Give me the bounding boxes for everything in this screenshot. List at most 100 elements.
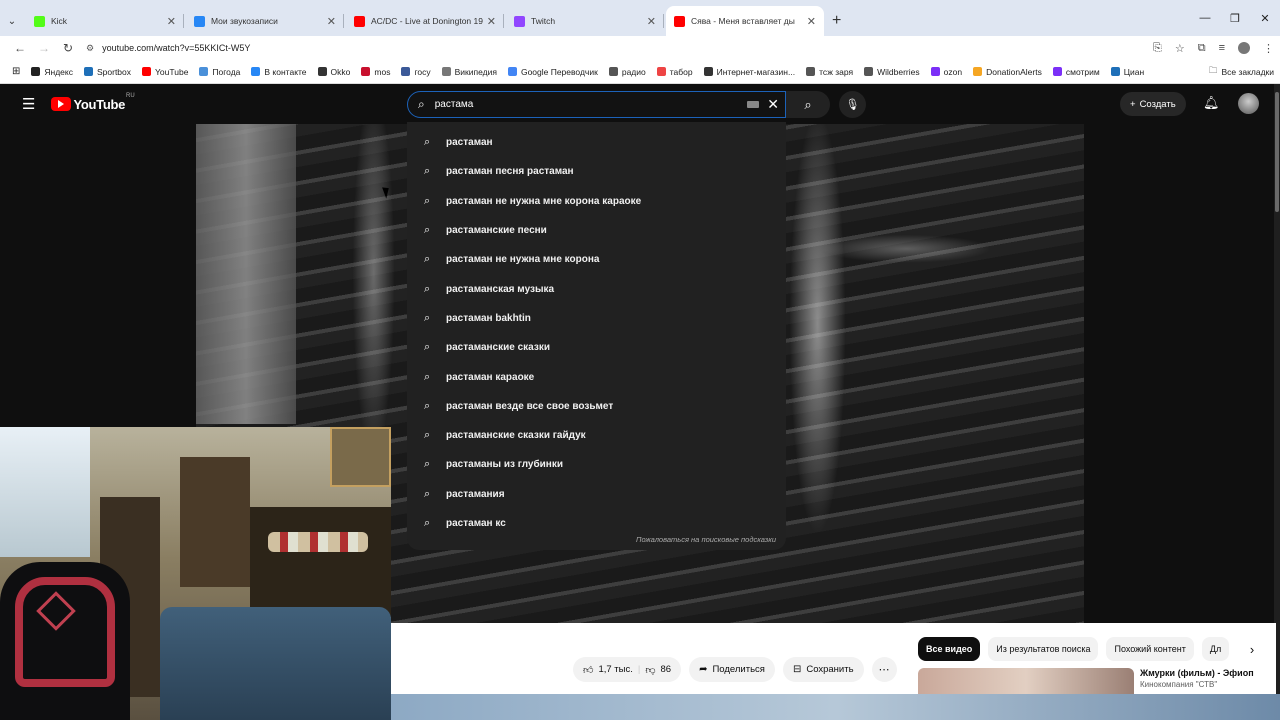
bookmark-item[interactable]: табор bbox=[656, 67, 693, 77]
folder-icon: 🗀 bbox=[1208, 64, 1218, 75]
browser-tab[interactable]: Сява - Меня вставляет ды ✕ bbox=[666, 6, 824, 36]
tab-separator bbox=[343, 14, 344, 28]
search-suggestion-item[interactable]: ⌕ растаманская музыка bbox=[407, 274, 786, 303]
recommended-video[interactable]: Жмурки (фильм) - Эфиоп Кинокомпания "СТВ… bbox=[918, 668, 1276, 694]
search-suggestion-item[interactable]: ⌕ растаманы из глубинки bbox=[407, 450, 786, 479]
bookmark-label: Google Переводчик bbox=[520, 66, 598, 77]
bookmark-item[interactable]: Okko bbox=[317, 67, 350, 77]
bookmark-item[interactable]: mos bbox=[361, 67, 390, 77]
close-tab-icon[interactable]: ✕ bbox=[167, 15, 176, 28]
close-tab-icon[interactable]: ✕ bbox=[807, 15, 816, 28]
voice-search-icon[interactable]: 🎙︎ bbox=[839, 91, 866, 118]
media-control-icon[interactable]: ≡ bbox=[1219, 42, 1225, 54]
bookmark-item[interactable]: Интернет-магазин... bbox=[703, 67, 795, 77]
browser-tab[interactable]: Twitch ✕ bbox=[506, 6, 664, 36]
filter-chip[interactable]: Все видео bbox=[918, 637, 981, 661]
bookmark-label: Wildberries bbox=[877, 66, 920, 77]
bookmark-item[interactable]: ozon bbox=[930, 67, 962, 77]
url-field[interactable]: ⚙ youtube.com/watch?v=55KKICt-W5Y bbox=[86, 43, 1153, 54]
bookmark-item[interactable]: тсж заря bbox=[806, 67, 853, 77]
new-tab-button[interactable]: + bbox=[832, 6, 841, 36]
search-icon: ⌕ bbox=[418, 97, 425, 111]
room-cabinet bbox=[250, 507, 391, 617]
browser-menu-icon[interactable]: ⋮ bbox=[1263, 42, 1274, 55]
guide-menu-icon[interactable]: ☰ bbox=[22, 95, 35, 113]
keyboard-icon[interactable] bbox=[747, 101, 760, 108]
notifications-bell-icon[interactable]: 🔔︎ bbox=[1203, 95, 1220, 111]
bookmark-item[interactable]: госу bbox=[401, 67, 431, 77]
search-suggestion-item[interactable]: ⌕ растаман везде все свое возьмет bbox=[407, 392, 786, 421]
recommended-channel[interactable]: Кинокомпания "СТВ" bbox=[1140, 680, 1254, 689]
filter-chip[interactable]: Дл bbox=[1201, 637, 1230, 661]
report-suggestions-link[interactable]: Пожаловаться на поисковые подсказки bbox=[636, 535, 776, 544]
page-scrollbar[interactable] bbox=[1274, 84, 1280, 694]
save-button[interactable]: ⊟ Сохранить bbox=[782, 657, 864, 682]
install-app-icon[interactable]: ⎘ bbox=[1153, 42, 1162, 55]
close-tab-icon[interactable]: ✕ bbox=[327, 15, 336, 28]
bookmark-item[interactable]: Google Переводчик bbox=[507, 66, 598, 77]
bookmark-item[interactable]: Погода bbox=[199, 67, 240, 77]
bookmark-item[interactable]: смотрим bbox=[1052, 67, 1100, 77]
close-window-button[interactable]: ✕ bbox=[1250, 0, 1280, 36]
bookmark-item[interactable]: YouTube bbox=[142, 67, 188, 77]
all-bookmarks-button[interactable]: 🗀 Все закладки bbox=[1209, 65, 1274, 79]
thumbs-down-icon[interactable]: 👎︎ bbox=[645, 664, 655, 676]
bookmark-star-icon[interactable]: ☆ bbox=[1175, 42, 1185, 55]
webcam-overlay bbox=[0, 427, 391, 720]
reload-button[interactable]: ↻ bbox=[56, 41, 80, 55]
restore-button[interactable]: ❐ bbox=[1220, 0, 1250, 36]
back-button[interactable]: ← bbox=[8, 41, 32, 55]
bookmark-item[interactable]: Яндекс bbox=[31, 67, 73, 77]
search-button[interactable]: ⌕ bbox=[786, 91, 830, 118]
bookmark-item[interactable]: Циан bbox=[1110, 66, 1145, 77]
browser-tab[interactable]: AC/DC - Live at Donington 199 ✕ bbox=[346, 6, 504, 36]
search-suggestion-item[interactable]: ⌕ растаман караоке bbox=[407, 362, 786, 391]
share-button[interactable]: ➦ Поделиться bbox=[689, 657, 775, 682]
bookmark-item[interactable]: В контакте bbox=[251, 67, 307, 77]
search-suggestion-item[interactable]: ⌕ растаман не нужна мне корона bbox=[407, 245, 786, 274]
chips-next-icon[interactable]: › bbox=[1240, 637, 1264, 661]
browser-tab[interactable]: Kick ✕ bbox=[26, 6, 184, 36]
like-button[interactable]: 👍︎ 1,7 тыс. | 👎︎ 86 bbox=[573, 657, 682, 682]
bookmark-label: Циан bbox=[1123, 66, 1145, 77]
browser-tab[interactable]: Мои звукозаписи ✕ bbox=[186, 6, 344, 36]
tab-search-menu-button[interactable]: ⌄ bbox=[0, 6, 24, 36]
bookmark-item[interactable]: DonationAlerts bbox=[973, 67, 1042, 77]
filter-chip[interactable]: Из результатов поиска bbox=[988, 637, 1099, 661]
search-suggestion-item[interactable]: ⌕ растаман песня растаман bbox=[407, 157, 786, 186]
profile-avatar[interactable] bbox=[1238, 42, 1250, 54]
search-suggestion-item[interactable]: ⌕ растаманские песни bbox=[407, 216, 786, 245]
search-suggestion-item[interactable]: ⌕ растаман bbox=[407, 128, 786, 157]
search-suggestion-item[interactable]: ⌕ растамания bbox=[407, 480, 786, 509]
more-actions-button[interactable]: ⋯ bbox=[871, 657, 897, 682]
bookmark-label: Погода bbox=[212, 66, 241, 77]
create-button[interactable]: + Создать bbox=[1120, 92, 1186, 116]
search-box[interactable]: ⌕ растама ✕ bbox=[407, 91, 786, 118]
tab-title: AC/DC - Live at Donington 199 bbox=[371, 16, 483, 26]
bookmark-item[interactable]: Sportbox bbox=[83, 67, 131, 77]
search-suggestion-item[interactable]: ⌕ растаман кс bbox=[407, 509, 786, 538]
bookmark-favicon bbox=[401, 67, 411, 76]
bookmark-item[interactable]: Wildberries bbox=[864, 67, 920, 77]
recommended-thumbnail[interactable] bbox=[918, 668, 1134, 694]
close-tab-icon[interactable]: ✕ bbox=[647, 15, 656, 28]
filter-chip[interactable]: Похожий контент bbox=[1106, 637, 1194, 661]
minimize-button[interactable]: — bbox=[1190, 0, 1220, 36]
youtube-logo[interactable]: YouTube RU bbox=[51, 93, 135, 112]
site-info-icon[interactable]: ⚙ bbox=[86, 43, 94, 54]
bookmark-item[interactable]: радио bbox=[608, 67, 646, 77]
search-suggestion-item[interactable]: ⌕ растаманские сказки bbox=[407, 333, 786, 362]
search-input[interactable]: растама bbox=[435, 99, 748, 110]
apps-grid-icon[interactable]: ⊞ bbox=[12, 66, 20, 77]
search-suggestion-item[interactable]: ⌕ растаман не нужна мне корона караоке bbox=[407, 187, 786, 216]
recommended-title[interactable]: Жмурки (фильм) - Эфиоп bbox=[1140, 668, 1254, 678]
search-suggestion-item[interactable]: ⌕ растаманские сказки гайдук bbox=[407, 421, 786, 450]
forward-button[interactable]: → bbox=[32, 41, 56, 55]
user-avatar[interactable] bbox=[1238, 93, 1259, 114]
search-suggestion-item[interactable]: ⌕ растаман bakhtin bbox=[407, 304, 786, 333]
extensions-icon[interactable]: ⧉ bbox=[1198, 42, 1206, 55]
bookmark-label: Яндекс bbox=[44, 66, 73, 77]
close-tab-icon[interactable]: ✕ bbox=[487, 15, 496, 28]
clear-search-icon[interactable]: ✕ bbox=[767, 96, 779, 113]
bookmark-item[interactable]: Википедия bbox=[441, 67, 497, 77]
